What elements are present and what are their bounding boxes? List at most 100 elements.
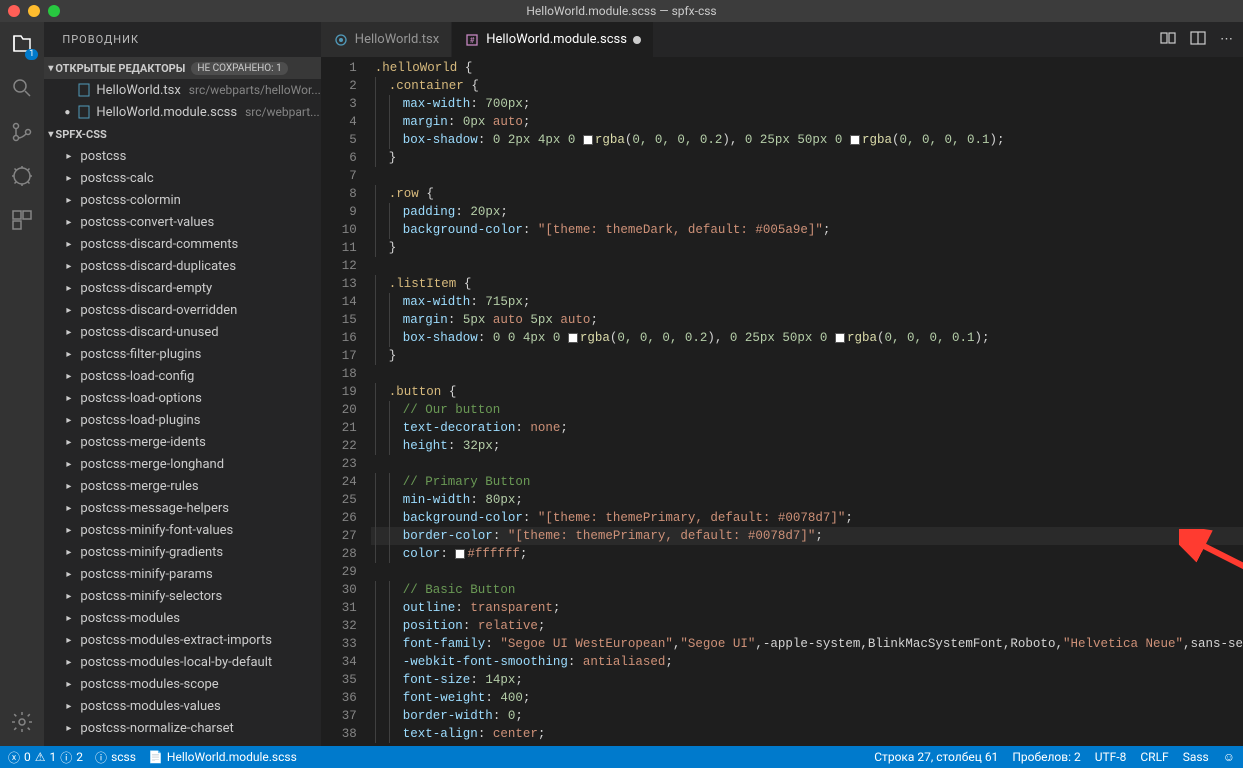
folder-item[interactable]: ▸postcss-merge-longhand xyxy=(44,453,320,475)
folder-item[interactable]: ▸postcss-minify-gradients xyxy=(44,541,320,563)
code-line[interactable]: text-decoration: none; xyxy=(371,419,1243,437)
folder-item[interactable]: ▸postcss-calc xyxy=(44,167,320,189)
code-line[interactable]: // Primary Button xyxy=(371,473,1243,491)
code-line[interactable]: height: 32px; xyxy=(371,437,1243,455)
split-editor-icon[interactable] xyxy=(1190,30,1206,50)
code-line[interactable]: padding: 20px; xyxy=(371,203,1243,221)
folder-item[interactable]: ▸postcss-discard-overridden xyxy=(44,299,320,321)
status-file[interactable]: 📄HelloWorld.module.scss xyxy=(148,750,297,764)
status-eol[interactable]: CRLF xyxy=(1140,750,1168,764)
code-line[interactable]: margin: 5px auto 5px auto; xyxy=(371,311,1243,329)
folder-item[interactable]: ▸postcss-merge-rules xyxy=(44,475,320,497)
code-line[interactable]: } xyxy=(371,239,1243,257)
code-line[interactable]: background-color: "[theme: themePrimary,… xyxy=(371,509,1243,527)
status-problems[interactable]: ⓧ0 ⚠1 ⓘ2 xyxy=(8,749,83,766)
code-line[interactable] xyxy=(371,455,1243,473)
code-editor[interactable]: 1234567891011121314151617181920212223242… xyxy=(321,57,1243,746)
code-line[interactable]: .helloWorld { xyxy=(371,59,1243,77)
file-type-icon: # xyxy=(464,32,480,48)
folder-item[interactable]: ▸postcss-filter-plugins xyxy=(44,343,320,365)
folder-item[interactable]: ▸postcss-merge-idents xyxy=(44,431,320,453)
status-lang-info[interactable]: ⓘscss xyxy=(95,749,136,766)
folder-item[interactable]: ▸postcss-modules-local-by-default xyxy=(44,651,320,673)
folder-item[interactable]: ▸postcss-modules-extract-imports xyxy=(44,629,320,651)
status-spaces[interactable]: Пробелов: 2 xyxy=(1012,750,1080,764)
code-line[interactable]: margin: 0px auto; xyxy=(371,113,1243,131)
folder-item[interactable]: ▸postcss-normalize-charset xyxy=(44,717,320,739)
settings-gear-icon[interactable] xyxy=(8,708,36,736)
code-line[interactable]: .listItem { xyxy=(371,275,1243,293)
open-editors-label: ОТКРЫТЫЕ РЕДАКТОРЫ xyxy=(55,62,185,75)
code-line[interactable]: max-width: 715px; xyxy=(371,293,1243,311)
code-line[interactable]: } xyxy=(371,149,1243,167)
code-line[interactable]: border-color: "[theme: themePrimary, def… xyxy=(371,527,1243,545)
code-line[interactable] xyxy=(371,563,1243,581)
open-editors-header[interactable]: ▾ ОТКРЫТЫЕ РЕДАКТОРЫ НЕ СОХРАНЕНО: 1 xyxy=(44,57,320,79)
editor-tab[interactable]: HelloWorld.tsx xyxy=(321,22,452,57)
code-line[interactable]: position: relative; xyxy=(371,617,1243,635)
code-line[interactable]: font-family: "Segoe UI WestEuropean","Se… xyxy=(371,635,1243,653)
more-icon[interactable]: ⋯ xyxy=(1220,32,1233,47)
compare-icon[interactable] xyxy=(1160,30,1176,50)
folder-item[interactable]: ▸postcss-discard-empty xyxy=(44,277,320,299)
code-line[interactable] xyxy=(371,365,1243,383)
line-number: 11 xyxy=(321,239,357,257)
code-line[interactable]: font-weight: 400; xyxy=(371,689,1243,707)
code-line[interactable]: .container { xyxy=(371,77,1243,95)
extensions-icon[interactable] xyxy=(8,206,36,234)
folder-name: postcss-modules-scope xyxy=(80,677,218,692)
code-line[interactable]: border-width: 0; xyxy=(371,707,1243,725)
folder-item[interactable]: ▸postcss-modules-values xyxy=(44,695,320,717)
status-feedback-icon[interactable]: ☺ xyxy=(1223,750,1235,764)
status-cursor[interactable]: Строка 27, столбец 61 xyxy=(874,750,998,764)
code-line[interactable]: outline: transparent; xyxy=(371,599,1243,617)
code-line[interactable]: // Basic Button xyxy=(371,581,1243,599)
folder-item[interactable]: ▸postcss-discard-unused xyxy=(44,321,320,343)
code-line[interactable]: // Our button xyxy=(371,401,1243,419)
source-control-icon[interactable] xyxy=(8,118,36,146)
code-content[interactable]: .helloWorld {.container {max-width: 700p… xyxy=(371,57,1243,746)
code-line[interactable]: .button { xyxy=(371,383,1243,401)
folder-item[interactable]: ▸postcss-load-plugins xyxy=(44,409,320,431)
maximize-window-button[interactable] xyxy=(48,5,60,17)
code-line[interactable]: text-align: center; xyxy=(371,725,1243,743)
folder-item[interactable]: ▸postcss-load-options xyxy=(44,387,320,409)
code-line[interactable]: box-shadow: 0 2px 4px 0 rgba(0, 0, 0, 0.… xyxy=(371,131,1243,149)
code-line[interactable]: .row { xyxy=(371,185,1243,203)
file-name: HelloWorld.module.scss xyxy=(96,105,237,120)
folder-item[interactable]: ▸postcss-minify-selectors xyxy=(44,585,320,607)
folder-item[interactable]: ▸postcss-minify-params xyxy=(44,563,320,585)
folder-item[interactable]: ▸postcss-minify-font-values xyxy=(44,519,320,541)
code-line[interactable]: box-shadow: 0 0 4px 0 rgba(0, 0, 0, 0.2)… xyxy=(371,329,1243,347)
code-line[interactable]: -webkit-font-smoothing: antialiased; xyxy=(371,653,1243,671)
project-header[interactable]: ▾ SPFX-CSS xyxy=(44,123,320,145)
open-editor-item[interactable]: ● HelloWorld.module.scss src/webpart... xyxy=(44,101,320,123)
folder-item[interactable]: ▸postcss-convert-values xyxy=(44,211,320,233)
folder-item[interactable]: ▸postcss-modules xyxy=(44,607,320,629)
code-line[interactable] xyxy=(371,167,1243,185)
minimize-window-button[interactable] xyxy=(28,5,40,17)
code-line[interactable]: } xyxy=(371,347,1243,365)
open-editor-item[interactable]: HelloWorld.tsx src/webparts/helloWor... xyxy=(44,79,320,101)
folder-item[interactable]: ▸postcss-modules-scope xyxy=(44,673,320,695)
code-line[interactable] xyxy=(371,257,1243,275)
folder-item[interactable]: ▸postcss-load-config xyxy=(44,365,320,387)
folder-item[interactable]: ▸postcss-colormin xyxy=(44,189,320,211)
folder-item[interactable]: ▸postcss-discard-duplicates xyxy=(44,255,320,277)
explorer-icon[interactable]: 1 xyxy=(8,30,36,58)
status-encoding[interactable]: UTF-8 xyxy=(1095,750,1127,764)
code-line[interactable]: max-width: 700px; xyxy=(371,95,1243,113)
folder-item[interactable]: ▸postcss xyxy=(44,145,320,167)
folder-item[interactable]: ▸postcss-discard-comments xyxy=(44,233,320,255)
search-icon[interactable] xyxy=(8,74,36,102)
code-line[interactable]: background-color: "[theme: themeDark, de… xyxy=(371,221,1243,239)
debug-icon[interactable] xyxy=(8,162,36,190)
code-line[interactable]: min-width: 80px; xyxy=(371,491,1243,509)
code-line[interactable]: color: #ffffff; xyxy=(371,545,1243,563)
code-line[interactable]: font-size: 14px; xyxy=(371,671,1243,689)
status-language[interactable]: Sass xyxy=(1183,750,1209,764)
close-window-button[interactable] xyxy=(8,5,20,17)
editor-tab[interactable]: # HelloWorld.module.scss xyxy=(452,22,654,57)
folder-item[interactable]: ▸postcss-message-helpers xyxy=(44,497,320,519)
chevron-right-icon: ▸ xyxy=(66,217,76,228)
